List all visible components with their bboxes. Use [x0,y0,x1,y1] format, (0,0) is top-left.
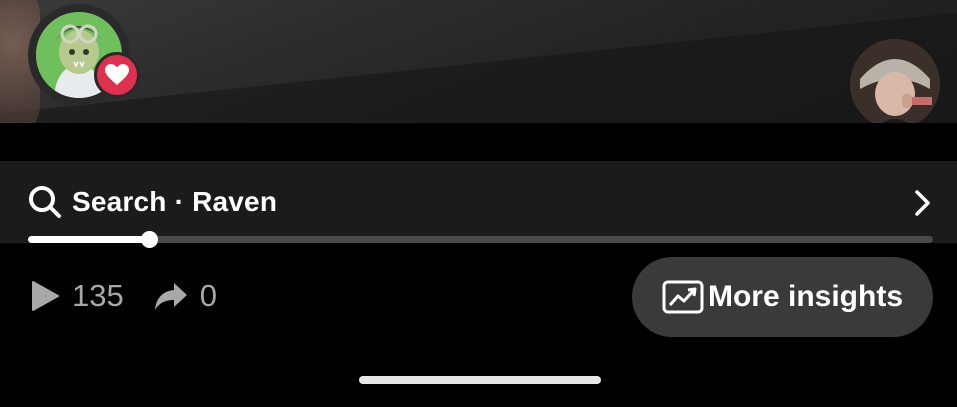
video-preview[interactable] [0,0,957,123]
viewer-avatar-image [850,39,940,129]
search-label: Search · Raven [72,186,277,218]
play-icon [32,281,59,311]
search-icon [29,186,61,218]
more-insights-label: More insights [707,280,903,313]
plays-stat: 135 [30,278,124,314]
progress-scrubber[interactable] [141,231,159,248]
search-query: Raven [192,186,278,217]
more-insights-button[interactable]: More insights [632,257,933,337]
chart-icon [662,280,704,314]
divider [0,123,957,161]
search-prefix: Search [72,186,167,217]
shares-count: 0 [199,278,217,313]
plays-count: 135 [72,278,124,313]
heart-badge [94,52,140,98]
shares-stat: 0 [154,278,217,314]
home-indicator[interactable] [359,376,601,384]
progress-fill [28,236,150,243]
search-bar[interactable]: Search · Raven [0,161,957,248]
search-separator: · [174,186,185,217]
video-stats: 135 0 [30,278,217,314]
heart-icon [105,64,129,85]
video-shadow [0,2,957,123]
viewer-avatar[interactable] [850,39,940,129]
search-row[interactable]: Search · Raven [28,185,277,219]
video-progress-bar[interactable] [28,231,933,248]
share-icon [154,283,187,310]
chevron-right-icon[interactable] [913,189,933,217]
